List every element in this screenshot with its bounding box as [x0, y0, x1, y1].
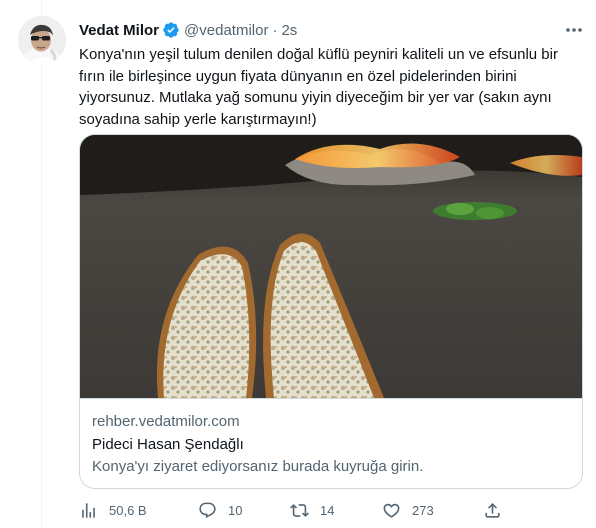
share-button[interactable]: [483, 500, 502, 520]
views-icon: [79, 501, 98, 520]
like-icon: [382, 501, 401, 520]
tweet-actions: 50,6 B 10 14 273: [79, 500, 583, 520]
author-name[interactable]: Vedat Milor: [79, 22, 159, 39]
header-separator: ·: [272, 21, 278, 39]
replies-count: 10: [228, 502, 243, 518]
card-description: Konya'yı ziyaret ediyorsanız burada kuyr…: [92, 458, 424, 475]
like-button[interactable]: 273: [382, 500, 434, 520]
reply-button[interactable]: 10: [198, 500, 242, 520]
card-image[interactable]: [80, 135, 582, 398]
share-icon: [483, 501, 502, 520]
retweet-icon: [290, 501, 309, 520]
tweet[interactable]: Vedat Milor @vedatmilor · 2s Konya'nın y…: [0, 0, 596, 528]
tweet-text: Konya'nın yeşil tulum denilen doğal küfl…: [79, 46, 558, 128]
retweets-count: 14: [320, 502, 335, 518]
avatar[interactable]: [18, 16, 66, 64]
views-count: 50,6 B: [109, 502, 147, 518]
link-card[interactable]: rehber.vedatmilor.com Pideci Hasan Şenda…: [79, 134, 583, 489]
retweet-button[interactable]: 14: [290, 500, 334, 520]
views-button[interactable]: 50,6 B: [79, 500, 147, 520]
author-handle[interactable]: @vedatmilor: [184, 22, 268, 39]
card-divider: [80, 398, 582, 399]
verified-badge-icon: [162, 21, 180, 39]
reply-icon: [198, 501, 217, 520]
more-icon[interactable]: [562, 22, 586, 38]
tweet-timestamp[interactable]: 2s: [281, 22, 297, 39]
likes-count: 273: [412, 502, 434, 518]
card-domain: rehber.vedatmilor.com: [92, 413, 240, 430]
tweet-header: Vedat Milor @vedatmilor · 2s: [79, 19, 297, 41]
card-title: Pideci Hasan Şendağlı: [92, 436, 244, 453]
